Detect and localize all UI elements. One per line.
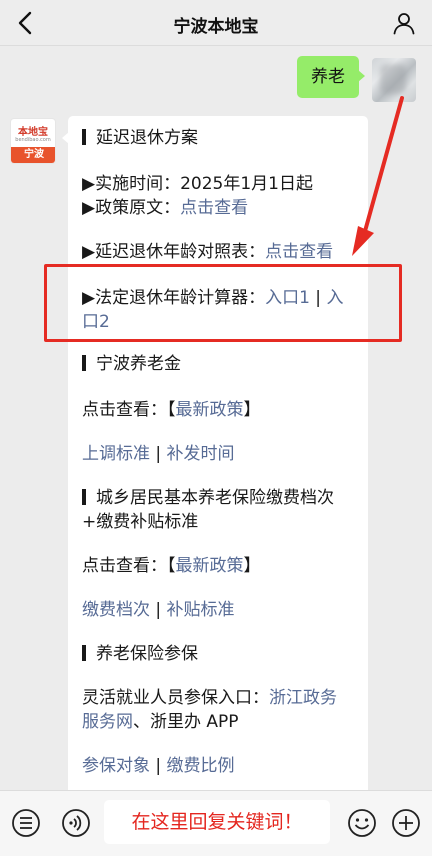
reply-message-bubble: 延迟退休方案 ▶实施时间：2025年1月1日起 ▶政策原文：点击查看 ▶延迟退休… xyxy=(62,116,368,790)
enrollment-target-link[interactable]: 参保对象 xyxy=(82,756,150,776)
user-message-bubble[interactable]: 养老 xyxy=(297,56,365,98)
section-heading-pension: 宁波养老金 xyxy=(82,352,358,376)
age-table-line: ▶延迟退休年龄对照表：点击查看 xyxy=(82,242,334,262)
zhejiang-gov-service-link-a[interactable]: 浙江政务 xyxy=(269,688,337,708)
avatar-city-badge: 宁波 xyxy=(11,147,55,163)
section-heading-delay-retirement: 延迟退休方案 xyxy=(82,126,358,150)
policy-text-line: ▶政策原文：点击查看 xyxy=(82,198,249,218)
pension-links-line: 上调标准 | 补发时间 xyxy=(82,444,235,464)
chat-title: 宁波本地宝 xyxy=(173,17,259,37)
section-heading-resident-insurance-cont: +缴费补贴标准 xyxy=(82,512,199,532)
highlight-annotation-box xyxy=(44,264,402,342)
heading-bar xyxy=(82,355,86,371)
user-avatar[interactable] xyxy=(372,58,416,102)
enrollment-entry-line: 灵活就业人员参保入口：浙江政务 xyxy=(82,688,337,708)
heading-bar xyxy=(82,489,86,505)
emoji-icon[interactable] xyxy=(346,807,378,839)
section-heading-resident-insurance: 城乡居民基本养老保险缴费档次 xyxy=(82,486,358,510)
insurance-links-line: 缴费档次 | 补贴标准 xyxy=(82,600,235,620)
official-account-avatar[interactable]: 本地宝 bendibao.com 宁波 xyxy=(10,118,56,164)
top-nav-bar: 宁波本地宝 xyxy=(0,0,432,46)
pension-latest-policy-link[interactable]: 最新政策 xyxy=(176,400,244,420)
bottom-input-bar: 在这里回复关键词！ xyxy=(0,790,432,856)
age-table-view-link[interactable]: 点击查看 xyxy=(265,242,333,262)
section-heading-enrollment: 养老保险参保 xyxy=(82,642,358,666)
heading-bar xyxy=(82,129,86,145)
enrollment-entry-line-cont: 服务网、浙里办 APP xyxy=(82,712,239,732)
user-profile-icon[interactable] xyxy=(392,11,416,35)
menu-list-icon[interactable] xyxy=(10,807,42,839)
policy-view-link[interactable]: 点击查看 xyxy=(180,198,248,218)
insurance-view-line: 点击查看：【最新政策】 xyxy=(82,556,261,576)
pension-back-pay-time-link[interactable]: 补发时间 xyxy=(167,444,235,464)
zhejiang-gov-service-link-b[interactable]: 服务网 xyxy=(82,712,133,732)
payment-tier-link[interactable]: 缴费档次 xyxy=(82,600,150,620)
pension-raise-standard-link[interactable]: 上调标准 xyxy=(82,444,150,464)
implementation-time-line: ▶实施时间：2025年1月1日起 xyxy=(82,174,313,194)
subsidy-standard-link[interactable]: 补贴标准 xyxy=(167,600,235,620)
heading-bar xyxy=(82,645,86,661)
add-more-icon[interactable] xyxy=(390,807,422,839)
enrollment-links-line: 参保对象 | 缴费比例 xyxy=(82,756,235,776)
chat-area[interactable]: 养老 本地宝 bendibao.com 宁波 延迟退休方案 ▶实施时间：2025… xyxy=(0,46,432,790)
message-input[interactable]: 在这里回复关键词！ xyxy=(104,800,330,844)
voice-input-icon[interactable] xyxy=(60,807,92,839)
avatar-logo-text: 本地宝 xyxy=(18,127,48,138)
avatar-logo-subtext: bendibao.com xyxy=(15,137,51,143)
pension-view-line: 点击查看：【最新政策】 xyxy=(82,400,261,420)
contribution-ratio-link[interactable]: 缴费比例 xyxy=(167,756,235,776)
insurance-latest-policy-link[interactable]: 最新政策 xyxy=(176,556,244,576)
